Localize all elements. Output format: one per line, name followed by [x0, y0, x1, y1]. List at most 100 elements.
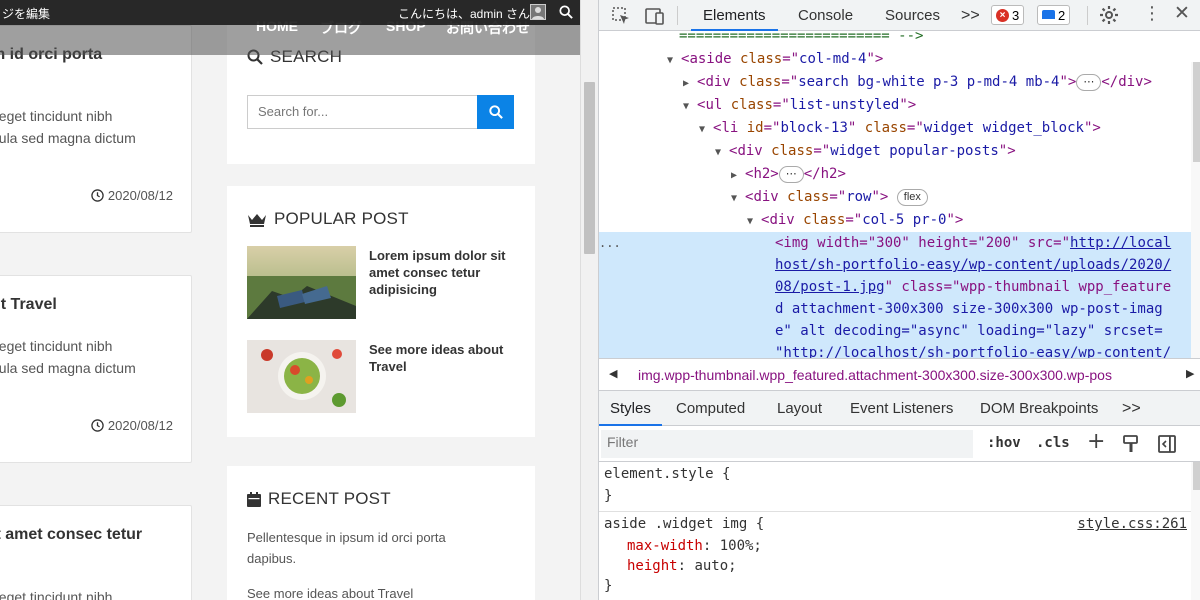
dom-node[interactable]: ▼ <div class="row"> flex [731, 186, 928, 208]
search-button[interactable] [477, 95, 514, 129]
gear-icon[interactable] [1099, 5, 1119, 25]
collapse-triangle-icon[interactable]: ▶ [731, 165, 745, 187]
admin-greeting[interactable]: こんにちは、admin さん [398, 5, 530, 22]
tab-computed[interactable]: Computed [676, 391, 745, 426]
selected-dom-node-line: "http://localhost/sh-portfolio-easy/wp-c… [775, 345, 1172, 358]
tab-console[interactable]: Console [787, 0, 864, 31]
dom-node[interactable]: ▶ <div class="search bg-white p-3 p-md-4 … [683, 71, 1152, 93]
collapsed-ellipsis[interactable]: ⋯ [1076, 73, 1102, 91]
dom-node[interactable]: ▼ <aside class="col-md-4"> [667, 48, 883, 70]
popular-post-link[interactable]: Lorem ipsum dolor sit amet consec tetur … [369, 247, 519, 298]
post-excerpt: , eget tincidunt nibh [0, 108, 113, 124]
sidebar-toggle-icon[interactable] [1157, 434, 1177, 454]
tab-layout[interactable]: Layout [777, 391, 822, 426]
post-title[interactable]: ut Travel [0, 296, 57, 314]
breadcrumb-left-arrow[interactable]: ◀ [609, 367, 617, 380]
more-tabs-button[interactable]: >> [961, 0, 980, 31]
breadcrumb-right-arrow[interactable]: ▶ [1186, 367, 1194, 380]
tab-dom-breakpoints[interactable]: DOM Breakpoints [980, 391, 1098, 426]
post-date: 2020/08/12 [91, 188, 173, 203]
dom-node[interactable]: ▼ <li id="block-13" class="widget widget_… [699, 117, 1101, 139]
post-excerpt: gula sed magna dictum [0, 360, 136, 376]
styles-filter-bar: Filter :hov .cls + [599, 426, 1200, 462]
expand-triangle-icon[interactable]: ▼ [747, 211, 761, 233]
hov-toggle[interactable]: :hov [987, 435, 1021, 451]
close-icon[interactable]: ✕ [1174, 2, 1190, 24]
dom-node[interactable]: ▼ <ul class="list-unstyled"> [683, 94, 916, 116]
toolbar-divider [677, 6, 678, 25]
post-date-text: 2020/08/12 [107, 188, 173, 203]
popular-widget-title: POPULAR POST [274, 209, 409, 228]
dom-tree: ========================= --> ▼ <aside cl… [599, 31, 1200, 358]
error-badge[interactable]: × 3 [991, 5, 1025, 25]
post-thumbnail-salad[interactable] [247, 340, 356, 413]
tab-elements[interactable]: Elements [691, 0, 778, 31]
device-toolbar-icon[interactable] [645, 6, 665, 26]
selected-dom-node-line: 08/post-1.jpg" class="wpp-thumbnail wpp_… [775, 279, 1172, 295]
search-icon [488, 105, 503, 119]
post-date: 2020/08/12 [91, 418, 173, 433]
rule-close-brace: } [604, 488, 613, 504]
error-icon: × [996, 8, 1009, 22]
expand-triangle-icon[interactable]: ▼ [683, 96, 697, 118]
dom-node-gutter-dots[interactable]: ... [599, 232, 621, 254]
page-scrollbar[interactable] [580, 0, 598, 600]
styles-scrollbar[interactable] [1191, 462, 1200, 600]
edit-page-link[interactable]: ジを編集 [2, 5, 50, 22]
css-property[interactable]: max-width: 100%; [627, 535, 762, 557]
search-input[interactable]: Search for... [247, 95, 478, 129]
dom-node[interactable]: ▼ <div class="widget popular-posts"> [715, 140, 1016, 162]
dom-node[interactable]: ▶ <h2> ⋯ </h2> [731, 163, 846, 185]
post-title[interactable]: it amet consec tetur [0, 526, 142, 544]
element-style-rule[interactable]: element.style { [604, 463, 730, 485]
user-icon [532, 7, 544, 19]
calendar-icon [247, 491, 261, 507]
cls-toggle[interactable]: .cls [1036, 435, 1070, 451]
search-icon[interactable] [559, 5, 573, 19]
expand-triangle-icon[interactable]: ▼ [731, 188, 745, 210]
devtools-toolbar: Elements Console Sources >> × 3 2 ⋮ ✕ [599, 0, 1200, 31]
post-card[interactable]: ut Travel , eget tincidunt nibh gula sed… [0, 275, 192, 463]
collapsed-ellipsis[interactable]: ⋯ [778, 165, 804, 183]
new-rule-icon[interactable]: + [1087, 429, 1105, 454]
message-badge[interactable]: 2 [1037, 5, 1071, 25]
tab-sources[interactable]: Sources [874, 0, 951, 31]
tab-styles[interactable]: Styles [599, 391, 662, 426]
post-thumbnail-feet[interactable] [247, 246, 356, 319]
dom-node[interactable]: ========================= --> [679, 31, 923, 47]
styles-scrollbar-thumb[interactable] [1193, 462, 1200, 490]
dom-tree-scrollbar[interactable] [1191, 62, 1200, 358]
selected-dom-node[interactable]: <img width="300" height="200" src="http:… [775, 232, 1171, 254]
css-property[interactable]: height: auto; [627, 555, 737, 577]
recent-post-link[interactable]: Pellentesque in ipsum id orci porta dapi… [247, 527, 477, 569]
css-rule-selector[interactable]: aside .widget img { [604, 513, 764, 535]
post-card[interactable]: it amet consec tetur , eget tincidunt ni… [0, 505, 192, 600]
styles-filter-input[interactable]: Filter [601, 430, 973, 458]
popular-post-link[interactable]: See more ideas about Travel [369, 341, 519, 375]
dom-breadcrumb: ◀ img.wpp-thumbnail.wpp_featured.attachm… [599, 358, 1200, 391]
flex-badge[interactable]: flex [896, 188, 928, 206]
expand-triangle-icon[interactable]: ▼ [667, 50, 681, 72]
dom-tree-scrollbar-thumb[interactable] [1193, 62, 1200, 162]
tab-event-listeners[interactable]: Event Listeners [850, 391, 953, 426]
expand-triangle-icon[interactable]: ▼ [699, 119, 713, 141]
more-subtabs-button[interactable]: >> [1122, 391, 1141, 426]
clock-icon [91, 419, 104, 432]
paint-brush-icon[interactable] [1121, 434, 1141, 454]
avatar[interactable] [530, 4, 546, 20]
recent-post-link[interactable]: See more ideas about Travel [247, 583, 507, 600]
breadcrumb-item[interactable]: img.wpp-thumbnail.wpp_featured.attachmen… [638, 367, 1112, 383]
post-card[interactable]: m id orci porta , eget tincidunt nibh gu… [0, 25, 192, 233]
post-excerpt: gula sed magna dictum [0, 130, 136, 146]
expand-triangle-icon[interactable]: ▼ [715, 142, 729, 164]
css-source-link[interactable]: style.css:261 [1077, 513, 1187, 535]
post-date-text: 2020/08/12 [107, 418, 173, 433]
inspect-element-icon[interactable] [611, 6, 631, 26]
dom-node[interactable]: ▼ <div class="col-5 pr-0"> [747, 209, 963, 231]
collapse-triangle-icon[interactable]: ▶ [683, 73, 697, 95]
widget-title: POPULAR POST [247, 209, 409, 229]
page-viewport: m id orci porta , eget tincidunt nibh gu… [0, 0, 580, 600]
more-options-icon[interactable]: ⋮ [1143, 3, 1161, 24]
page-scrollbar-thumb[interactable] [584, 82, 595, 254]
toolbar-divider [1087, 6, 1088, 25]
